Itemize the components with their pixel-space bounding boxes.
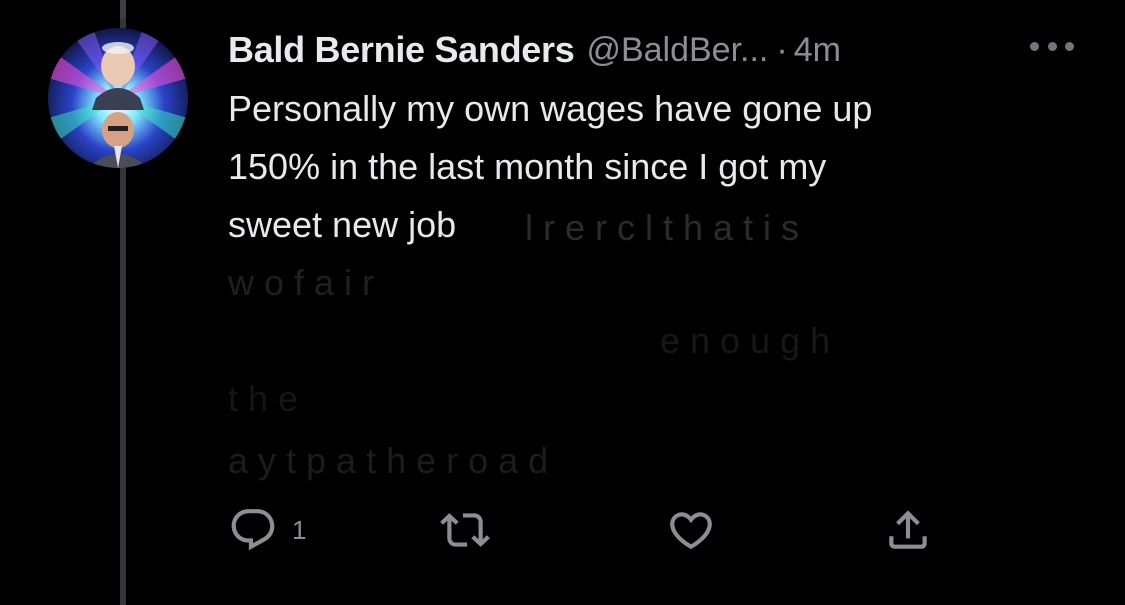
ellipsis-icon: [1047, 41, 1057, 51]
ellipsis-icon: [1065, 41, 1074, 51]
reply-button[interactable]: 1: [228, 505, 306, 555]
tweet-text-line: Personally my own wages have gone up: [228, 88, 873, 129]
avatar-image: [48, 28, 188, 168]
heart-outline-icon: [670, 512, 712, 550]
avatar[interactable]: [48, 28, 188, 168]
faded-text-line: t h e: [228, 378, 299, 419]
faded-text-line: w o f a i r: [228, 262, 375, 303]
tweet-timestamp[interactable]: 4m: [794, 31, 841, 70]
tweet-text-line: 150% in the last month since I got my: [228, 146, 827, 187]
user-handle[interactable]: @BaldBer...: [586, 31, 768, 70]
more-options-button[interactable]: [1030, 36, 1074, 56]
tweet-header: Bald Bernie Sanders @BaldBer... · 4m: [228, 28, 841, 72]
retweet-button[interactable]: [440, 505, 490, 555]
speech-bubble-icon: [231, 509, 275, 551]
tweet-action-bar: 1: [228, 505, 948, 555]
display-name[interactable]: Bald Bernie Sanders: [228, 29, 575, 71]
share-upload-icon: [889, 510, 927, 549]
faded-text-line: l r e r c l t h a t i s: [525, 207, 800, 248]
ellipsis-icon: [1030, 41, 1039, 51]
faded-text-line: a y t p a t h e r o a d: [228, 440, 549, 481]
header-separator: ·: [776, 30, 788, 69]
share-button[interactable]: [883, 505, 933, 555]
reply-count: 1: [292, 514, 307, 545]
faded-text-line: e n o u g h: [660, 320, 831, 361]
like-button[interactable]: [666, 505, 716, 555]
thread-connector-line-top: [120, 0, 126, 18]
retweet-arrows-icon: [440, 513, 490, 547]
